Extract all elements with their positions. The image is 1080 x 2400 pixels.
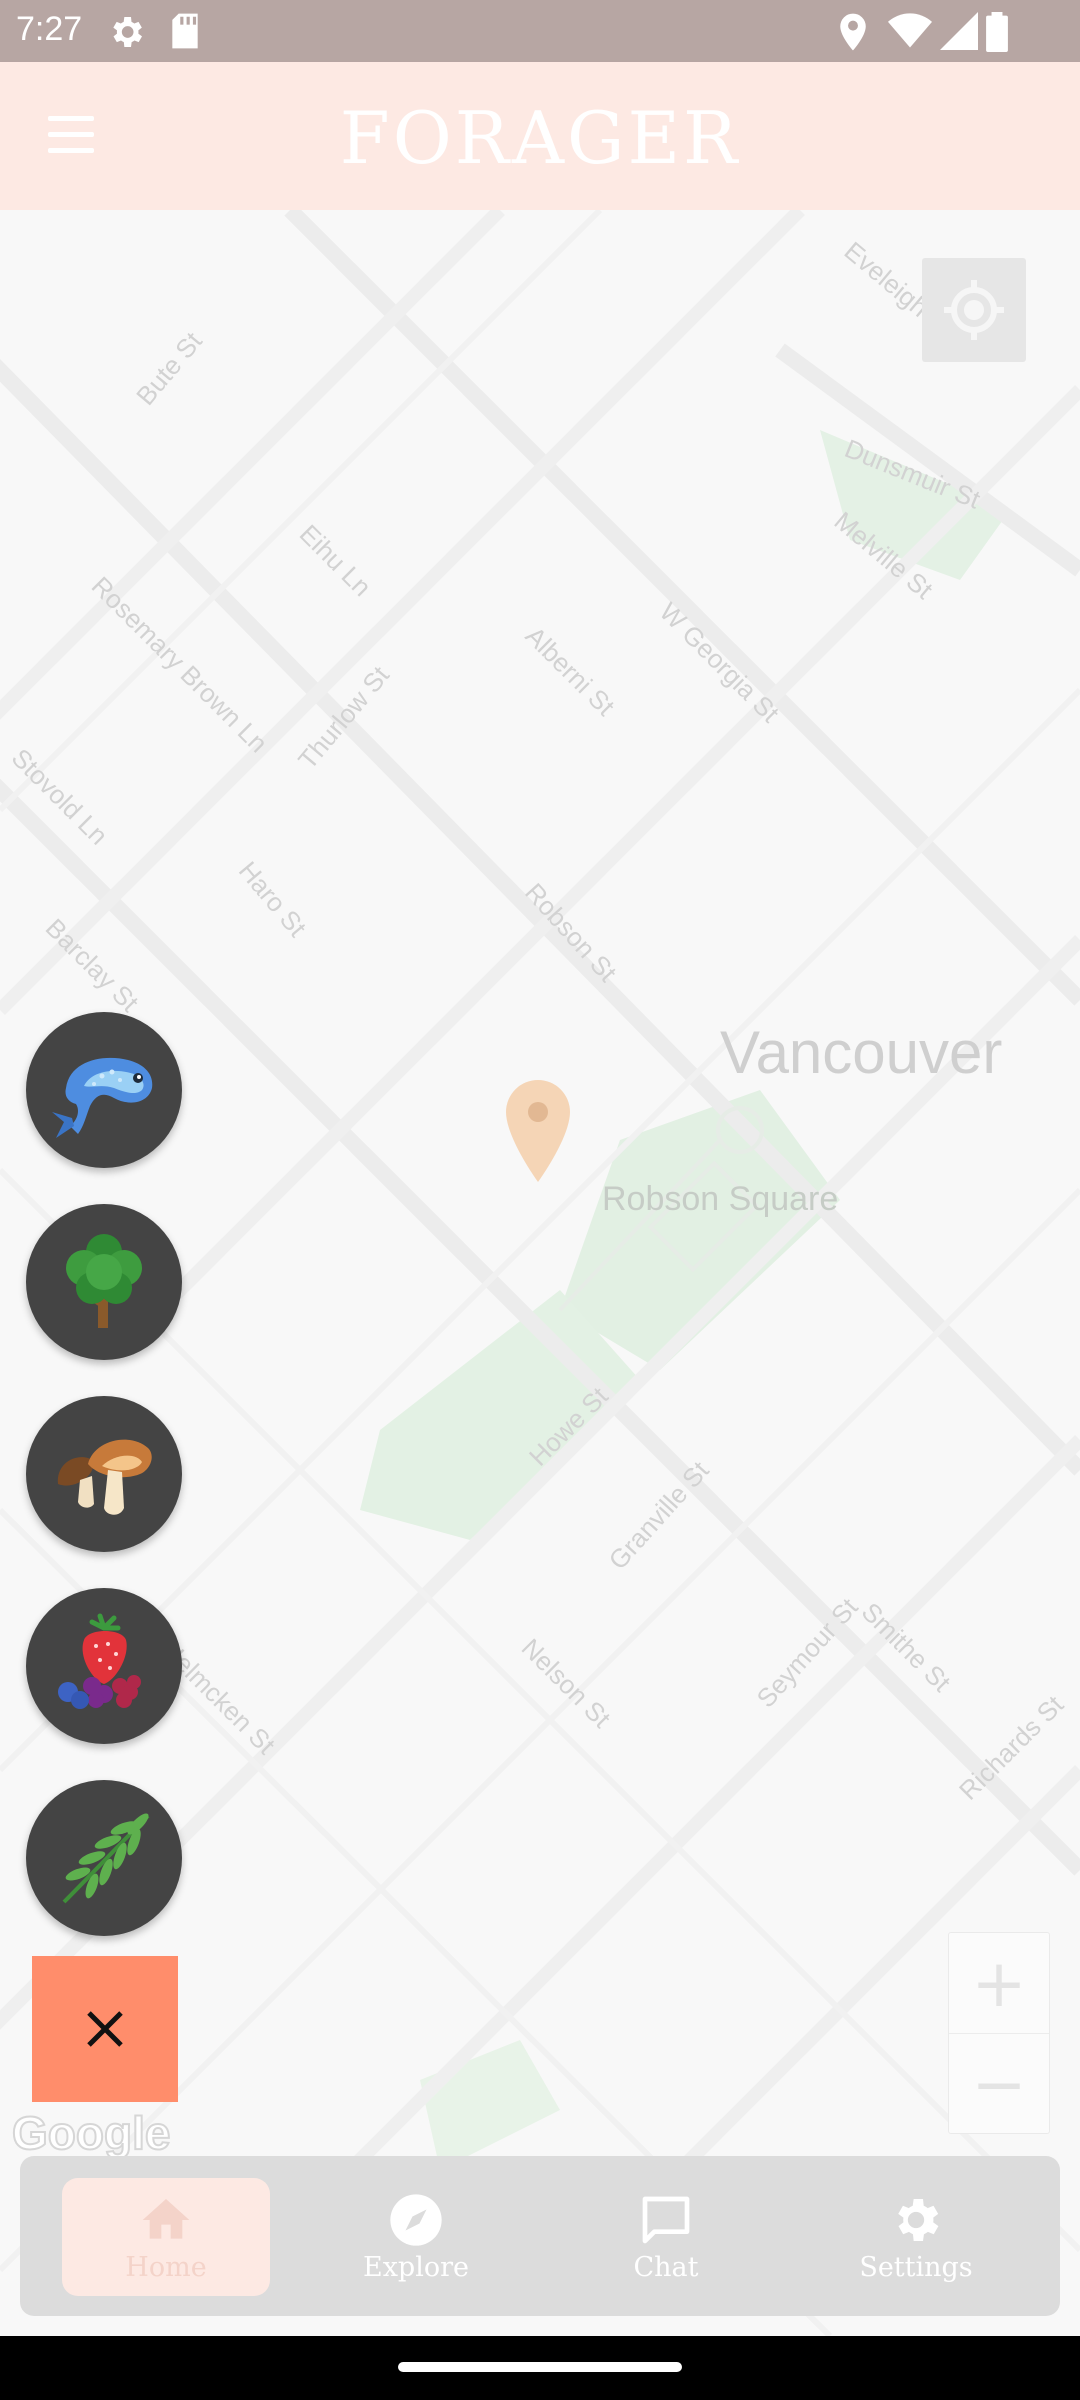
google-attribution: Google — [11, 2106, 171, 2160]
place-label: Robson Square — [602, 1180, 839, 1218]
location-icon — [840, 13, 866, 51]
tree-icon — [66, 1234, 142, 1328]
herb-leaf-icon — [62, 1813, 150, 1904]
mushroom-icon — [57, 1439, 152, 1515]
nav-settings[interactable]: Settings — [812, 2178, 1020, 2296]
gear-icon — [898, 2199, 939, 2241]
category-mushroom-button[interactable] — [26, 1396, 182, 1552]
my-location-button[interactable] — [922, 258, 1026, 362]
status-bar: 7:27 — [0, 0, 1080, 62]
app-title: FORAGER — [339, 96, 741, 180]
zoom-out-button[interactable]: − — [949, 2034, 1049, 2134]
app-bar: FORAGER — [0, 62, 1080, 210]
system-navigation-bar — [0, 2336, 1080, 2400]
location-marker[interactable] — [506, 1080, 570, 1182]
category-fish-button[interactable] — [26, 1012, 182, 1168]
nav-label: Settings — [859, 2252, 973, 2283]
crosshair-icon — [944, 280, 1004, 340]
zoom-controls: + − — [948, 1932, 1050, 2134]
fish-icon — [52, 1057, 153, 1138]
compass-icon — [390, 2194, 442, 2246]
sd-card-icon — [172, 13, 198, 49]
home-icon — [142, 2199, 190, 2239]
status-time: 7:27 — [16, 10, 83, 48]
nav-home[interactable]: Home — [62, 2178, 270, 2296]
close-icon — [87, 2011, 123, 2047]
nav-explore[interactable]: Explore — [312, 2178, 520, 2296]
category-tree-button[interactable] — [26, 1204, 182, 1360]
close-categories-button[interactable] — [32, 1956, 178, 2102]
settings-icon — [113, 17, 142, 47]
home-gesture-handle[interactable] — [398, 2362, 682, 2372]
berries-icon — [58, 1613, 141, 1709]
city-label: Vancouver — [720, 1019, 1003, 1086]
signal-icon — [940, 12, 978, 50]
nav-label: Chat — [633, 2252, 699, 2283]
wifi-icon — [888, 13, 932, 48]
category-herb-button[interactable] — [26, 1780, 182, 1936]
category-berries-button[interactable] — [26, 1588, 182, 1744]
nav-label: Explore — [363, 2252, 469, 2283]
nav-label: Home — [125, 2252, 207, 2283]
chat-icon — [642, 2196, 690, 2244]
zoom-in-button[interactable]: + — [949, 1933, 1049, 2033]
bottom-navigation: Home Explore Chat Settings — [20, 2156, 1060, 2316]
nav-chat[interactable]: Chat — [562, 2178, 770, 2296]
battery-icon — [986, 12, 1008, 52]
